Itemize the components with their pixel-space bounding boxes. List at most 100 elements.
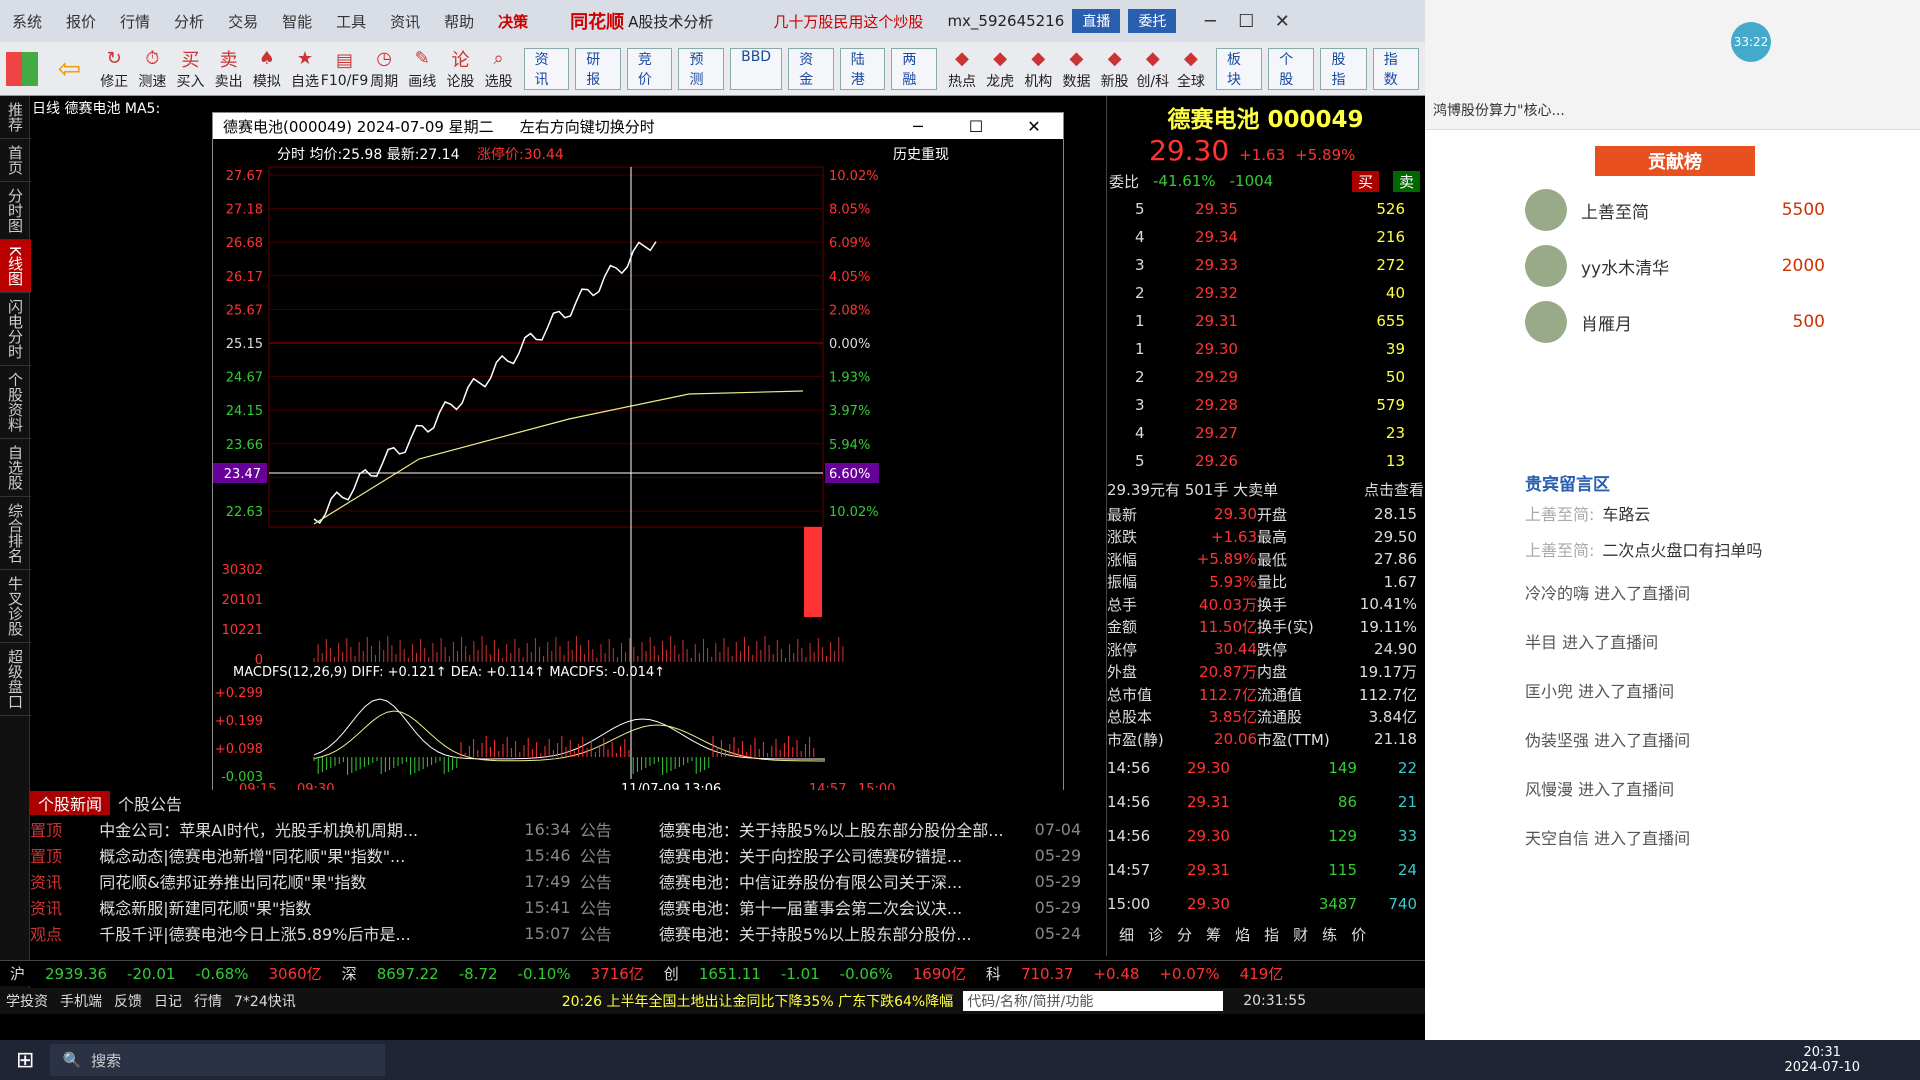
toolbar-button[interactable]: ⌕ 选股 (480, 47, 518, 91)
toolbar-grid-button[interactable]: 资讯 (523, 47, 570, 90)
view-link[interactable]: 点击查看 (1364, 479, 1424, 500)
toolbar-button[interactable]: ◆ 数据 (1057, 47, 1095, 91)
home-icon[interactable] (6, 51, 38, 86)
history-replay[interactable]: 历史重现 (893, 147, 949, 163)
quote-tab[interactable]: 分 (1177, 924, 1192, 945)
quote-tab[interactable]: 财 (1293, 924, 1308, 945)
news-row[interactable]: 置顶 中金公司：苹果AI时代，光股手机换机周期... 16:34 公告 德赛电池：关于持… (30, 816, 1090, 842)
menu-item[interactable]: 行情 (108, 11, 162, 32)
asks-row[interactable]: 5 29.35 526 (1107, 195, 1424, 223)
news-row[interactable]: 置顶 概念动态|德赛电池新增"同花顺"果"指数"... 15:46 公告 德赛电池：关于… (30, 842, 1090, 868)
toolbar-button[interactable]: ▤ F10/F9 (321, 49, 369, 89)
toolbar-grid-button[interactable]: 研报 (575, 47, 621, 90)
toolbar-button[interactable]: ◆ 全球 (1172, 47, 1210, 91)
news-tab[interactable]: 个股公告 (110, 791, 190, 815)
toolbar-button[interactable]: ◷ 周期 (365, 47, 403, 91)
toolbar-button[interactable]: 卖卖出 (210, 47, 248, 91)
toolbar-grid-button[interactable]: 个股 (1268, 47, 1315, 90)
left-tab[interactable]: K线图 (0, 240, 31, 293)
main-maximize-icon[interactable]: ☐ (1228, 11, 1264, 32)
left-tab[interactable]: 首页 (0, 139, 31, 182)
toolbar-button[interactable]: ◆ 创/科 (1134, 47, 1172, 91)
toolbar-button[interactable]: ✎ 画线 (403, 47, 441, 91)
maximize-icon[interactable]: ☐ (947, 117, 1005, 136)
buy-button[interactable]: 买 (1351, 170, 1379, 192)
taskbar-search[interactable]: 🔍 搜索 (50, 1044, 386, 1076)
toolbar-button[interactable]: ♠ 模拟 (248, 47, 286, 91)
status-link[interactable]: 反馈 (114, 991, 142, 1011)
asks-row[interactable]: 1 29.31 655 (1107, 307, 1424, 335)
toolbar-grid-button[interactable]: 资金 (788, 47, 834, 90)
asks-row[interactable]: 3 29.33 272 (1107, 251, 1424, 279)
menu-decision[interactable]: 决策 (486, 11, 540, 32)
bids-row[interactable]: 3 29.28 579 (1107, 391, 1424, 419)
toolbar-grid-button[interactable]: 两融 (891, 47, 937, 90)
asks-row[interactable]: 2 29.32 40 (1107, 279, 1424, 307)
status-link[interactable]: 行情 (194, 991, 222, 1011)
left-tab[interactable]: 闪电分时 (0, 293, 31, 366)
left-tab[interactable]: 个股资料 (0, 366, 31, 439)
code-search-input[interactable]: 代码/名称/简拼/功能 (963, 991, 1224, 1011)
quote-tab[interactable]: 焰 (1235, 924, 1250, 945)
quote-tab[interactable]: 指 (1264, 924, 1279, 945)
left-tab[interactable]: 综合排名 (0, 497, 31, 570)
toolbar-button[interactable]: ◆ 新股 (1096, 47, 1134, 91)
sell-button[interactable]: 卖 (1392, 170, 1420, 192)
donor-row[interactable]: 上善至简 5500 (1525, 182, 1825, 238)
menu-item[interactable]: 资讯 (378, 11, 432, 32)
username[interactable]: mx_592645216 (947, 12, 1064, 30)
donor-row[interactable]: 肖雁月 500 (1525, 294, 1825, 350)
back-icon[interactable]: ⇦ (58, 52, 81, 85)
toolbar-grid-button[interactable]: 陆港 (839, 47, 886, 90)
news-row[interactable]: 资讯 概念新服|新建同花顺"果"指数 15:41 公告 德赛电池：第十一届董事会第二次会… (30, 894, 1090, 920)
quote-tab[interactable]: 练 (1322, 924, 1337, 945)
toolbar-grid-button[interactable]: 指数 (1372, 47, 1419, 90)
menu-item[interactable]: 交易 (216, 11, 270, 32)
news-ticker[interactable]: 20:26 上半年全国土地出让金同比下降35% 广东下跌64%降幅 (562, 991, 953, 1011)
status-link[interactable]: 学投资 (6, 991, 48, 1011)
status-link[interactable]: 手机端 (60, 991, 102, 1011)
bids-row[interactable]: 4 29.27 23 (1107, 419, 1424, 447)
left-tab[interactable]: 牛叉诊股 (0, 570, 31, 643)
toolbar-grid-button[interactable]: BBD (730, 47, 783, 90)
left-tab[interactable]: 分时图 (0, 182, 31, 240)
toolbar-grid-button[interactable]: 预测 (678, 47, 725, 90)
status-link[interactable]: 7*24快讯 (234, 991, 296, 1011)
menu-item[interactable]: 分析 (162, 11, 216, 32)
news-row[interactable]: 观点 千股千评|德赛电池今日上涨5.89%后市是... 15:07 公告 德赛电池：关于… (30, 920, 1090, 946)
toolbar-grid-button[interactable]: 股指 (1320, 47, 1367, 90)
toolbar-grid-button[interactable]: 竞价 (626, 47, 673, 90)
bids-row[interactable]: 1 29.30 39 (1107, 335, 1424, 363)
entrust-button[interactable]: 委托 (1128, 9, 1177, 33)
left-tab[interactable]: 自选股 (0, 439, 31, 497)
menu-item[interactable]: 工具 (324, 11, 378, 32)
toolbar-button[interactable]: ◆ 龙虎 (981, 47, 1019, 91)
left-tab[interactable]: 超级盘口 (0, 643, 31, 716)
menu-item[interactable]: 报价 (54, 11, 108, 32)
bids-row[interactable]: 2 29.29 50 (1107, 363, 1424, 391)
main-close-icon[interactable]: ✕ (1264, 11, 1300, 32)
status-link[interactable]: 日记 (154, 991, 182, 1011)
ad-link[interactable]: 几十万股民用这个炒股 (773, 11, 923, 32)
live-button[interactable]: 直播 (1072, 9, 1121, 33)
toolbar-button[interactable]: 论论股 (441, 47, 479, 91)
bids-row[interactable]: 5 29.26 13 (1107, 447, 1424, 475)
big-order-row[interactable]: 29.39元有 501手 大卖单 点击查看 (1107, 475, 1424, 503)
toolbar-button[interactable]: ⏱ 测速 (133, 47, 171, 91)
toolbar-button[interactable]: ◆ 热点 (943, 47, 981, 91)
intraday-chart-window[interactable]: 德赛电池(000049) 2024-07-09 星期二 左右方向键切换分时 ─ … (212, 112, 1064, 833)
windows-start-icon[interactable]: ⊞ (16, 1048, 34, 1073)
toolbar-button[interactable]: ↻ 修正 (95, 47, 133, 91)
news-tab[interactable]: 个股新闻 (30, 791, 111, 815)
close-icon[interactable]: ✕ (1005, 117, 1063, 136)
intraday-chart[interactable]: 分时 均价:25.98 最新:27.14 涨停价:30.44 历史重现 27.67 10… (213, 139, 1063, 833)
toolbar-button[interactable]: 买买入 (171, 47, 209, 91)
menu-item[interactable]: 帮助 (432, 11, 486, 32)
toolbar-button[interactable]: ★ 自选 (286, 47, 324, 91)
donor-row[interactable]: yy水木清华 2000 (1525, 238, 1825, 294)
menu-item[interactable]: 系统 (0, 11, 54, 32)
toolbar-grid-button[interactable]: 板块 (1216, 47, 1263, 90)
menu-item[interactable]: 智能 (270, 11, 324, 32)
quote-tab[interactable]: 价 (1351, 924, 1366, 945)
quote-tab[interactable]: 诊 (1148, 924, 1163, 945)
